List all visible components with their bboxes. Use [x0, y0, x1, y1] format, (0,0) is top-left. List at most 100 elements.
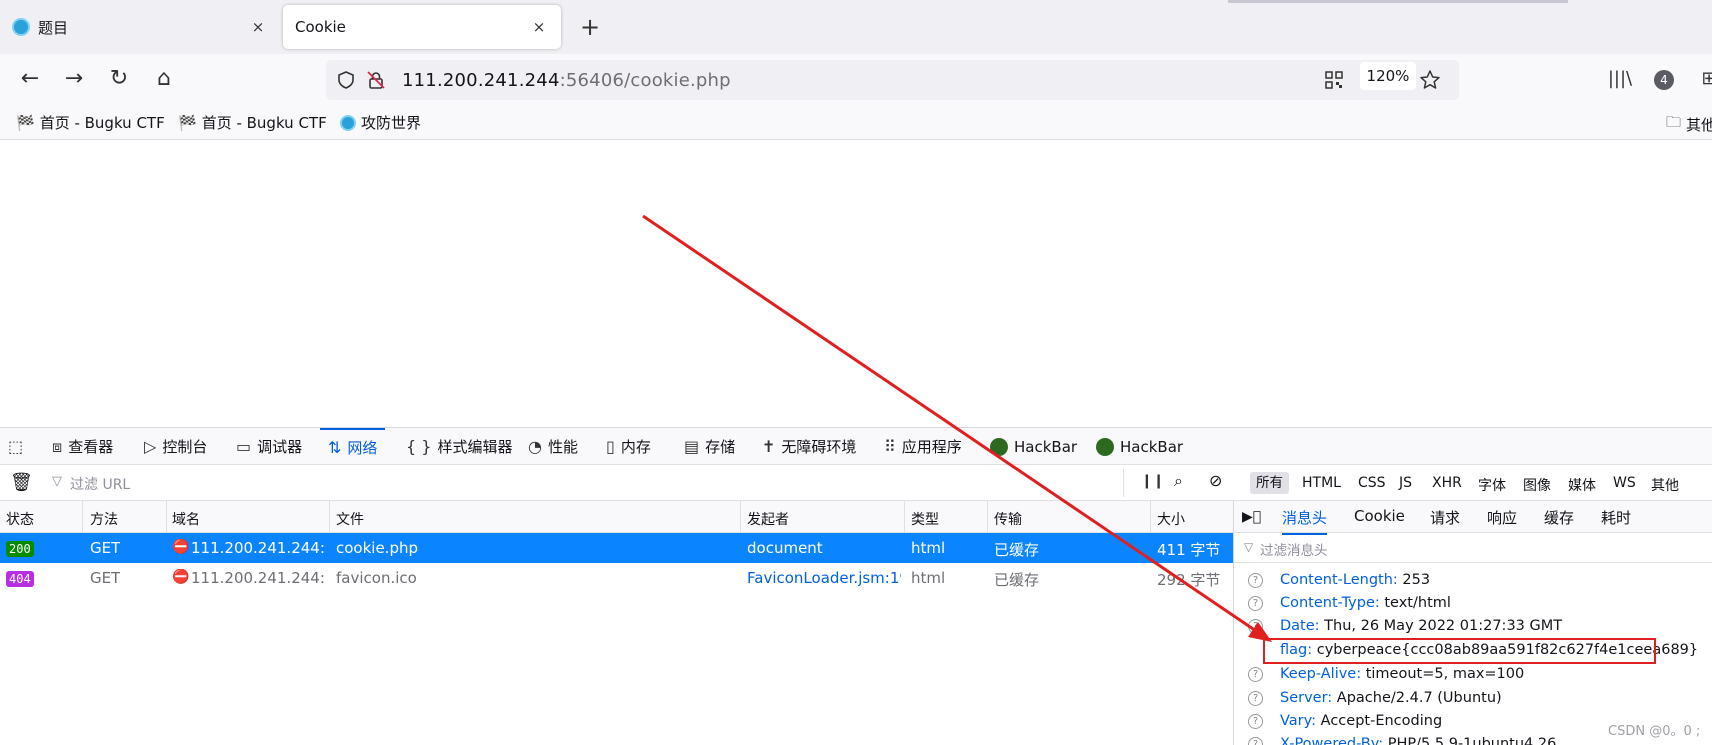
qr-code-icon[interactable]: [1325, 71, 1343, 89]
column-divider: [904, 501, 905, 533]
help-icon[interactable]: ?: [1248, 619, 1263, 634]
close-tab-icon[interactable]: ×: [529, 18, 549, 36]
tool-label: 性能: [547, 438, 578, 456]
close-tab-icon[interactable]: ×: [248, 18, 268, 36]
col-initiator[interactable]: 发起者: [747, 509, 789, 529]
domain-cell: 111.200.241.244:5...: [191, 569, 326, 587]
col-status[interactable]: 状态: [6, 509, 34, 529]
tab-cache[interactable]: 缓存: [1544, 507, 1574, 528]
element-picker-icon[interactable]: ⬚: [8, 428, 29, 465]
memory-icon: ▯: [606, 437, 615, 456]
type-filter-fonts[interactable]: 字体: [1478, 475, 1506, 495]
back-arrow-icon[interactable]: ←: [15, 64, 45, 94]
header-value: Apache/2.4.7 (Ubuntu): [1336, 690, 1502, 706]
tool-debugger[interactable]: ▭ 调试器: [236, 428, 302, 465]
file-cell: cookie.php: [336, 539, 419, 557]
transfer-cell: 已缓存: [994, 541, 1040, 559]
tab-timu[interactable]: 题目 ×: [0, 5, 280, 49]
tool-performance[interactable]: ◔ 性能: [528, 428, 578, 465]
column-divider: [1150, 501, 1151, 533]
search-icon[interactable]: ⌕: [1174, 471, 1183, 491]
tool-hackbar-2[interactable]: HackBar: [1096, 428, 1183, 465]
help-icon[interactable]: ?: [1248, 714, 1263, 729]
header-name: Keep-Alive:: [1280, 666, 1362, 682]
status-badge: 404: [6, 571, 34, 587]
type-filter-js[interactable]: JS: [1399, 475, 1412, 491]
new-tab-button[interactable]: +: [576, 12, 604, 42]
tab-response[interactable]: 响应: [1487, 507, 1517, 528]
col-type[interactable]: 类型: [911, 509, 939, 529]
zoom-level-button[interactable]: 120%: [1360, 62, 1416, 90]
header-name: Date:: [1280, 618, 1320, 634]
col-domain[interactable]: 域名: [172, 509, 200, 529]
tab-headers[interactable]: 消息头: [1282, 507, 1328, 535]
type-filter-html[interactable]: HTML: [1302, 475, 1341, 491]
initiator-cell[interactable]: FaviconLoader.jsm:19...: [747, 569, 901, 587]
col-method[interactable]: 方法: [90, 509, 118, 529]
insecure-lock-icon[interactable]: [366, 70, 386, 90]
help-icon[interactable]: ?: [1248, 596, 1263, 611]
type-filter-other[interactable]: 其他: [1651, 475, 1679, 495]
type-filter-css[interactable]: CSS: [1358, 475, 1386, 491]
toggle-panel-icon[interactable]: ▶⃞: [1242, 509, 1261, 525]
type-filter-ws[interactable]: WS: [1613, 475, 1636, 491]
help-icon[interactable]: ?: [1248, 691, 1263, 706]
tool-application[interactable]: ⠿ 应用程序: [884, 428, 962, 465]
tool-style-editor[interactable]: { } 样式编辑器: [406, 428, 512, 465]
tool-storage[interactable]: ▤ 存储: [684, 428, 735, 465]
tab-request[interactable]: 请求: [1430, 507, 1460, 528]
insecure-icon: ⛔: [172, 569, 190, 585]
url-text[interactable]: 111.200.241.244:56406/cookie.php: [402, 70, 731, 91]
table-row[interactable]: 404 GET ⛔ 111.200.241.244:5... favicon.i…: [0, 563, 1233, 593]
notifications-badge[interactable]: 4: [1654, 70, 1674, 90]
help-icon[interactable]: ?: [1248, 667, 1263, 682]
tool-console[interactable]: ▷ 控制台: [144, 428, 207, 465]
col-size[interactable]: 大小: [1157, 509, 1185, 529]
bookmark-bugku-1[interactable]: 🏁 首页 - Bugku CTF: [16, 112, 165, 133]
tool-memory[interactable]: ▯ 内存: [606, 428, 651, 465]
domain-cell: 111.200.241.244:5...: [191, 539, 326, 557]
tab-cookie[interactable]: Cookie ×: [283, 5, 561, 49]
tab-timings[interactable]: 耗时: [1601, 507, 1631, 528]
filter-funnel-icon: ▽: [1244, 540, 1254, 554]
window-edge: [1228, 0, 1568, 3]
forward-arrow-icon[interactable]: →: [59, 64, 89, 94]
extensions-icon[interactable]: ⊞: [1694, 64, 1712, 94]
type-filter-xhr[interactable]: XHR: [1432, 475, 1462, 491]
table-row[interactable]: 200 GET ⛔ 111.200.241.244:5... cookie.ph…: [0, 533, 1233, 563]
col-file[interactable]: 文件: [336, 509, 364, 529]
block-icon[interactable]: ⊘: [1209, 471, 1222, 490]
bookmark-bugku-2[interactable]: 🏁 首页 - Bugku CTF: [178, 112, 327, 133]
tab-cookie-detail[interactable]: Cookie: [1354, 507, 1405, 525]
reload-icon[interactable]: ↻: [104, 64, 134, 94]
type-filter-all[interactable]: 所有: [1250, 472, 1289, 494]
headers-filter-input[interactable]: ▽ 过滤消息头: [1234, 533, 1712, 563]
style-editor-icon: { }: [406, 437, 432, 456]
trash-icon[interactable]: 🗑: [10, 472, 33, 493]
application-icon: ⠿: [884, 437, 896, 456]
type-filter-media[interactable]: 媒体: [1568, 475, 1596, 495]
help-icon[interactable]: ?: [1248, 573, 1263, 588]
other-bookmarks-folder[interactable]: 🗀 其他: [1666, 112, 1712, 137]
tool-network[interactable]: ⇅ 网络: [320, 428, 386, 465]
home-icon[interactable]: ⌂: [149, 64, 179, 94]
bookmark-gongfang[interactable]: 攻防世界: [340, 112, 421, 133]
pause-icon[interactable]: ❙❙: [1141, 473, 1164, 489]
tool-inspector[interactable]: ⧈ 查看器: [52, 428, 113, 465]
header-value: text/html: [1384, 595, 1451, 611]
tool-accessibility[interactable]: ✝ 无障碍环境: [762, 428, 856, 465]
header-name: X-Powered-By:: [1280, 736, 1384, 745]
watermark: CSDN @0。0 ;: [1608, 724, 1701, 739]
inspector-icon: ⧈: [52, 436, 63, 456]
bookmark-star-icon[interactable]: [1419, 69, 1441, 91]
tool-hackbar-1[interactable]: HackBar: [990, 428, 1077, 465]
shield-icon[interactable]: [336, 70, 356, 90]
bookmark-label: 首页 - Bugku CTF: [201, 114, 327, 132]
url-bar[interactable]: 111.200.241.244:56406/cookie.php: [326, 60, 1459, 100]
type-filter-images[interactable]: 图像: [1523, 475, 1551, 495]
performance-icon: ◔: [528, 437, 542, 456]
col-transfer[interactable]: 传输: [994, 509, 1022, 529]
library-icon[interactable]: |||\: [1605, 64, 1635, 94]
help-icon[interactable]: ?: [1248, 737, 1263, 745]
url-filter-input[interactable]: ▽ 过滤 URL: [44, 469, 1124, 497]
